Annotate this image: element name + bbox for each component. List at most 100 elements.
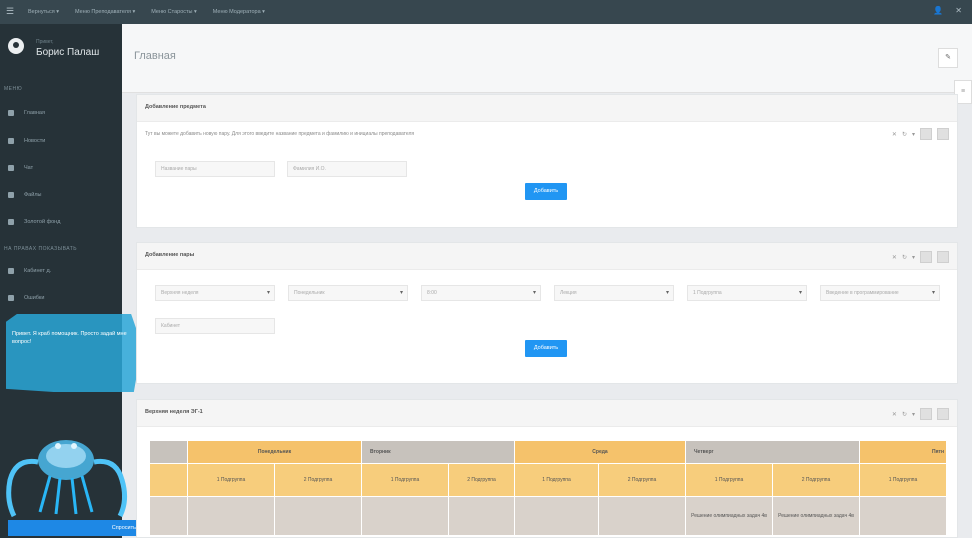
time-cell (149, 496, 188, 536)
page-title: Главная (134, 50, 176, 62)
collapse-icon[interactable]: ▾ (912, 131, 915, 138)
lesson-cell[interactable] (859, 496, 947, 536)
expand-icon[interactable] (920, 251, 932, 263)
lesson-cell[interactable] (274, 496, 362, 536)
top-right-actions: 👤 ✕ (933, 6, 962, 15)
edit-icon[interactable]: ✎ (938, 48, 958, 68)
room-input[interactable]: Кабинет (155, 318, 275, 334)
close-icon[interactable]: ✕ (892, 131, 897, 138)
day-header: Четверг (685, 440, 860, 464)
collapse-icon[interactable]: ▾ (912, 411, 915, 418)
lesson-type-select[interactable]: Лекция (554, 285, 674, 301)
files-icon (8, 192, 14, 198)
sidebar-item-errors[interactable]: Ошибки (8, 295, 44, 301)
sidebar-item-chat[interactable]: Чат (8, 165, 33, 171)
day-header: Пятн (859, 440, 947, 464)
expand-icon[interactable] (920, 128, 932, 140)
top-menu-item[interactable]: Меню Старосты ▾ (151, 9, 197, 15)
news-icon (8, 138, 14, 144)
teacher-name-input[interactable]: Фамилия И.О. (287, 161, 407, 177)
user-icon (8, 268, 14, 274)
sidebar-item-cabinet[interactable]: Кабинет д. (8, 268, 51, 274)
sidebar-item-gold[interactable]: Золотой фонд (8, 219, 60, 225)
collapse-icon[interactable]: ▾ (912, 254, 915, 261)
day-header: Среда (514, 440, 686, 464)
day-header-row: Понедельник Вторник Среда Четверг Пятн (149, 440, 947, 464)
sidebar-item-news[interactable]: Новости (8, 138, 45, 144)
panel-title: Добавление предмета (145, 104, 206, 110)
user-name: Борис Палаш (36, 47, 100, 58)
week-select[interactable]: Верхняя неделя (155, 285, 275, 301)
corner-cell (149, 440, 188, 464)
sidebar-item-files[interactable]: Файлы (8, 192, 41, 198)
menu-toggle-icon[interactable]: ☰ (6, 6, 16, 16)
day-select[interactable]: Понедельник (288, 285, 408, 301)
lesson-cell[interactable] (514, 496, 599, 536)
top-menu: Вернуться ▾ Меню Преподавателя ▾ Меню Ст… (28, 0, 265, 24)
panel-tools: ✕ ↻ ▾ (892, 408, 949, 420)
add-pair-button[interactable]: Добавить (525, 340, 567, 357)
top-menu-item[interactable]: Меню Преподавателя ▾ (75, 9, 135, 15)
lesson-cell[interactable] (187, 496, 275, 536)
subject-name-input[interactable]: Название пары (155, 161, 275, 177)
logo-icon (8, 38, 24, 54)
top-menu-item[interactable]: Вернуться ▾ (28, 9, 59, 15)
row-label-cell (149, 463, 188, 497)
lesson-row: Решение олимпиадных задач 4в Решение оли… (149, 496, 947, 536)
panel-header: Верхняя неделя ЭГ-1 ✕ ↻ ▾ (137, 400, 957, 427)
refresh-icon[interactable]: ↻ (902, 131, 907, 138)
subgroup-cell: 2 Подгруппа (448, 463, 515, 497)
panel-description: Тут вы можете добавить новую пару. Для э… (145, 131, 415, 137)
schedule-panel: Верхняя неделя ЭГ-1 ✕ ↻ ▾ Понедельник Вт… (136, 399, 958, 538)
subgroup-cell: 2 Подгруппа (772, 463, 860, 497)
subgroup-cell: 1 Подгруппа (187, 463, 275, 497)
schedule-table: Понедельник Вторник Среда Четверг Пятн 1… (149, 440, 947, 536)
settings-icon[interactable] (937, 408, 949, 420)
panel-header: Добавление предмета (137, 95, 957, 122)
bug-icon (8, 295, 14, 301)
refresh-icon[interactable]: ↻ (902, 254, 907, 261)
lesson-cell[interactable] (598, 496, 686, 536)
top-menu-item[interactable]: Меню Модератора ▾ (213, 9, 265, 15)
lesson-cell[interactable]: Решение олимпиадных задач 4в (685, 496, 773, 536)
panel-title: Верхняя неделя ЭГ-1 (145, 409, 203, 415)
refresh-icon[interactable]: ↻ (902, 411, 907, 418)
subgroup-cell: 1 Подгруппа (859, 463, 947, 497)
lesson-cell[interactable] (361, 496, 449, 536)
subgroup-row: 1 Подгруппа 2 Подгруппа 1 Подгруппа 2 По… (149, 463, 947, 497)
sidebar-section-label: НА ПРАВАХ ПОКАЗЫВАТЬ (4, 246, 78, 252)
home-icon (8, 110, 14, 116)
top-navbar: ☰ Вернуться ▾ Меню Преподавателя ▾ Меню … (0, 0, 972, 24)
page-header: Главная ✎ (122, 24, 972, 93)
ask-button[interactable]: Спросить (8, 520, 142, 536)
assistant-message: Привет. Я краб помощник. Просто задай мн… (12, 331, 127, 345)
sidebar-section-label: МЕНЮ (4, 86, 23, 92)
time-select[interactable]: 8:00 (421, 285, 541, 301)
panel-tools: ✕ ↻ ▾ (892, 128, 949, 140)
close-icon[interactable]: ✕ (892, 411, 897, 418)
assistant-bubble (6, 314, 142, 392)
settings-icon[interactable] (937, 128, 949, 140)
panel-tools: ✕ ↻ ▾ (892, 251, 949, 263)
panel-title: Добавление пары (145, 252, 195, 258)
sidebar-item-home[interactable]: Главная (8, 110, 45, 116)
add-subject-button[interactable]: Добавить (525, 183, 567, 200)
close-icon[interactable]: ✕ (892, 254, 897, 261)
close-icon[interactable]: ✕ (955, 6, 962, 15)
settings-icon[interactable] (937, 251, 949, 263)
subject-select[interactable]: Введение в программирование (820, 285, 940, 301)
day-header: Понедельник (187, 440, 362, 464)
crab-assistant-icon[interactable] (4, 420, 134, 520)
user-icon[interactable]: 👤 (933, 6, 943, 15)
chat-icon (8, 165, 14, 171)
subgroup-cell: 2 Подгруппа (598, 463, 686, 497)
lesson-cell[interactable] (448, 496, 515, 536)
day-header: Вторник (361, 440, 515, 464)
lesson-cell[interactable]: Решение олимпиадных задач 4в (772, 496, 860, 536)
greeting: Привет, (36, 39, 54, 45)
star-icon (8, 219, 14, 225)
subgroup-cell: 1 Подгруппа (361, 463, 449, 497)
add-subject-panel: Добавление предмета Тут вы можете добави… (136, 94, 958, 228)
subgroup-select[interactable]: 1 Подгруппа (687, 285, 807, 301)
expand-icon[interactable] (920, 408, 932, 420)
